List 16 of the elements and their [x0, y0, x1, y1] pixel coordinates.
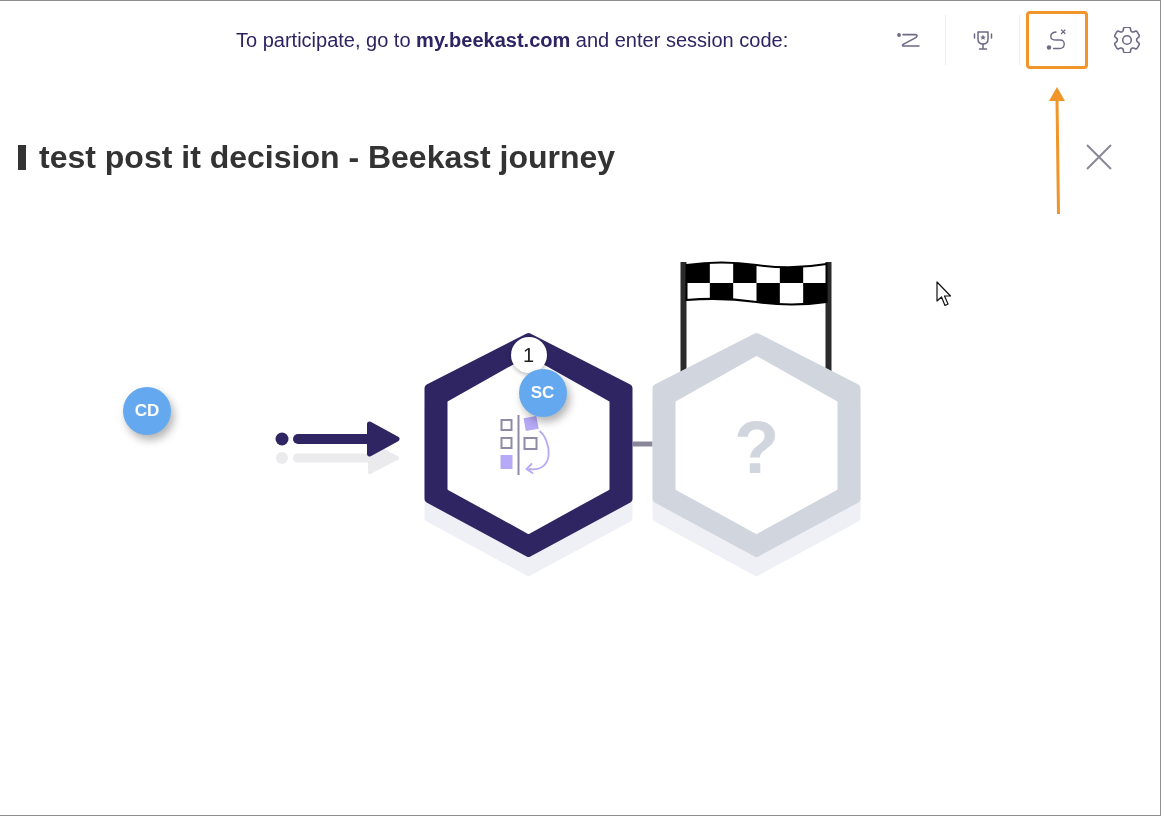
participant-avatar: CD [123, 387, 171, 435]
route-icon [1046, 29, 1068, 51]
route-button[interactable] [1026, 11, 1088, 69]
close-button[interactable] [1085, 143, 1113, 171]
close-icon [1086, 144, 1112, 170]
trophy-icon [971, 28, 995, 52]
settings-icon [1114, 27, 1140, 53]
cards-sort-icon [500, 414, 550, 476]
step-connector [632, 441, 655, 447]
participation-instruction: To participate, go to my.beekast.com and enter session code: [236, 28, 789, 53]
squiggle-path-icon [897, 32, 921, 48]
page-title: test post it decision - Beekast journey [39, 138, 616, 177]
step-hexagon[interactable] [424, 333, 633, 576]
mouse-cursor-icon [936, 281, 952, 307]
title-marker [18, 144, 26, 170]
step-label: ? [732, 411, 781, 485]
